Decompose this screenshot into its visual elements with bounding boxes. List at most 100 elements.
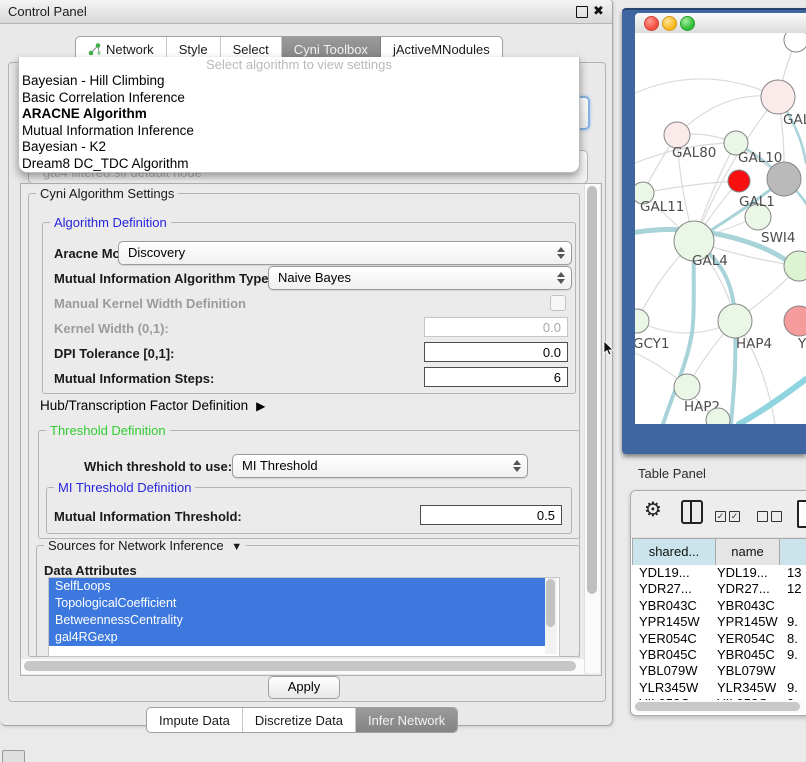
mi-threshold-field[interactable] [420, 505, 562, 525]
data-attributes-list[interactable]: SelfLoopsTopologicalCoefficientBetweenne… [48, 577, 560, 657]
table-cell: 8. [787, 631, 806, 647]
table-row[interactable]: YBL079WYBL079W [632, 663, 806, 679]
table-row[interactable]: YDR27...YDR27...12 [632, 581, 806, 597]
sources-group-title[interactable]: Sources for Network Inference ▼ [44, 539, 246, 554]
aracne-mode-combo[interactable]: Discovery [118, 241, 572, 265]
attribute-item-selected[interactable]: gal4RGexp [49, 629, 546, 646]
column-layout-icon[interactable] [681, 500, 703, 524]
control-panel-titlebar: Control Panel ✖ [0, 0, 612, 24]
table-toolbar: ⚙ ✓✓ [631, 491, 806, 538]
column-header-extra[interactable] [780, 539, 806, 565]
select-all-unchecked-icon[interactable] [757, 511, 782, 522]
network-node-swi4[interactable] [784, 251, 806, 281]
node-label: GCY1 [635, 336, 670, 352]
table-row[interactable]: YER054CYER054C8. [632, 631, 806, 647]
select-all-checked-icon[interactable]: ✓✓ [715, 511, 740, 522]
table-panel-title: Table Panel [638, 466, 706, 481]
vertical-scrollbar-thumb[interactable] [587, 186, 597, 594]
table-cell: 13 [787, 565, 806, 581]
table-scrollbar-thumb[interactable] [635, 702, 800, 711]
network-node[interactable] [784, 33, 806, 52]
horizontal-scrollbar-thumb[interactable] [24, 661, 576, 671]
apply-button[interactable]: Apply [268, 676, 340, 699]
table-cell [787, 663, 806, 679]
dpi-tolerance-label: DPI Tolerance [0,1]: [54, 346, 174, 361]
attribute-item-selected[interactable]: TopologicalCoefficient [49, 595, 546, 612]
algorithm-list-item[interactable]: Basic Correlation Inference [19, 90, 579, 107]
algorithm-list-item[interactable]: Bayesian - Hill Climbing [19, 73, 579, 90]
column-header-name[interactable]: name [716, 539, 780, 565]
traffic-minimize-icon[interactable] [662, 16, 677, 31]
aracne-mode-value: Discovery [128, 245, 185, 260]
column-header-shared[interactable]: shared... [632, 539, 716, 565]
network-canvas[interactable]: GALGAL80GAL10GAL11GAL1SWI4GAL4GCY1HAP4YH… [635, 33, 806, 424]
node-label: GAL1 [739, 194, 775, 210]
collapsed-panel-icon[interactable] [2, 750, 25, 762]
settings-gear-icon[interactable]: ⚙ [644, 497, 662, 522]
table-row[interactable]: YDL19...YDL19...13 [632, 565, 806, 581]
network-node[interactable] [767, 162, 801, 196]
table-header: shared... name [632, 538, 806, 566]
close-icon[interactable]: ✖ [593, 3, 604, 19]
table-cell: YBR043C [632, 598, 717, 614]
tab-discretize-data[interactable]: Discretize Data [243, 708, 356, 732]
table-cell: YER054C [717, 631, 787, 647]
attribute-item-selected[interactable]: BetweennessCentrality [49, 612, 546, 629]
tab-label: jActiveMNodules [393, 42, 490, 57]
collapse-arrow-icon: ▶ [256, 399, 265, 413]
node-label: SWI4 [761, 230, 796, 246]
traffic-zoom-icon[interactable] [680, 16, 695, 31]
network-node-hap2[interactable] [674, 374, 700, 400]
attributes-list-scrollbar[interactable] [545, 578, 557, 654]
hub-definition-toggle[interactable]: Hub/Transcription Factor Definition ▶ [40, 398, 265, 413]
mi-threshold-group-title: MI Threshold Definition [54, 481, 195, 494]
settings-vertical-scrollbar[interactable] [584, 184, 600, 673]
sources-group-title-text: Sources for Network Inference [48, 538, 224, 553]
tab-impute-data[interactable]: Impute Data [147, 708, 243, 732]
node-label: GAL [783, 112, 806, 128]
dpi-tolerance-field[interactable] [424, 342, 568, 362]
table-row[interactable]: YBR045CYBR045C9. [632, 647, 806, 663]
algorithm-list-item[interactable]: Dream8 DC_TDC Algorithm [19, 156, 579, 173]
document-icon[interactable] [797, 500, 806, 528]
tab-infer-network[interactable]: Infer Network [356, 708, 457, 732]
network-node-gal[interactable] [761, 80, 795, 114]
table-cell [787, 598, 806, 614]
which-threshold-label: Which threshold to use: [84, 459, 232, 474]
attribute-item-selected[interactable]: SelfLoops [49, 578, 546, 595]
mi-type-value: Naive Bayes [278, 270, 351, 285]
table-cell: YBR045C [632, 647, 717, 663]
table-row[interactable]: YBR043CYBR043C [632, 598, 806, 614]
table-row[interactable]: YPR145WYPR145W9. [632, 614, 806, 630]
threshold-definition-title: Threshold Definition [46, 424, 170, 437]
algorithm-list-item[interactable]: ARACNE Algorithm [19, 106, 579, 123]
settings-horizontal-scrollbar[interactable] [21, 658, 584, 674]
which-threshold-combo[interactable]: MI Threshold [232, 454, 528, 478]
network-node-hap4[interactable] [718, 304, 752, 338]
tab-label: Style [179, 42, 208, 57]
table-cell: YPR145W [717, 614, 787, 630]
traffic-close-icon[interactable] [644, 16, 659, 31]
mi-threshold-label: Mutual Information Threshold: [54, 509, 242, 524]
mouse-cursor [603, 341, 615, 357]
mi-steps-label: Mutual Information Steps: [54, 371, 214, 386]
algorithm-dropdown-placeholder: Select algorithm to view settings [19, 57, 579, 73]
algorithm-list-item[interactable]: Bayesian - K2 [19, 139, 579, 156]
table-cell: YDR27... [717, 581, 787, 597]
expand-arrow-icon: ▼ [231, 541, 242, 553]
hub-definition-label: Hub/Transcription Factor Definition [40, 398, 248, 413]
network-node-gcy1[interactable] [635, 309, 649, 333]
float-icon[interactable] [576, 6, 588, 18]
manual-kernel-checkbox[interactable] [550, 295, 566, 311]
algorithm-list-item[interactable]: Mutual Information Inference [19, 123, 579, 140]
mi-steps-field[interactable] [424, 367, 568, 387]
network-node-y[interactable] [784, 306, 806, 336]
network-node[interactable] [728, 170, 750, 192]
kernel-width-field[interactable] [424, 317, 568, 337]
attributes-scrollbar-thumb[interactable] [546, 579, 555, 627]
table-row[interactable]: YLR345WYLR345W9. [632, 680, 806, 696]
network-icon [88, 42, 102, 56]
table-cell: YLR345W [717, 680, 787, 696]
manual-kernel-label: Manual Kernel Width Definition [54, 296, 246, 311]
mi-type-combo[interactable]: Naive Bayes [268, 266, 572, 290]
